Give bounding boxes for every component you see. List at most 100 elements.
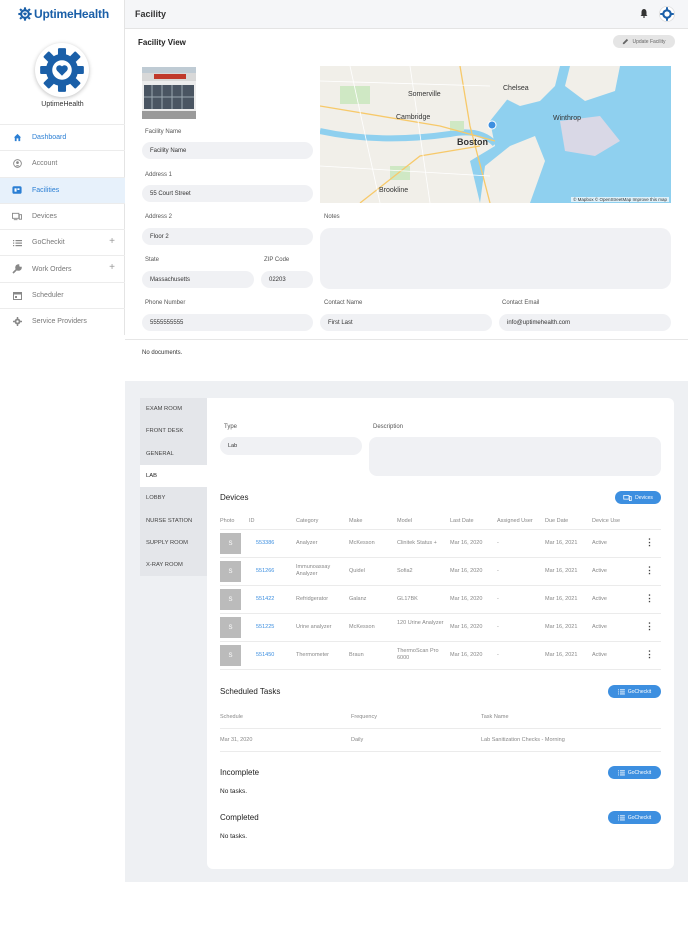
phone-label: Phone Number: [145, 300, 186, 306]
tab-front-desk[interactable]: FRONT DESK: [140, 420, 207, 443]
devices-button[interactable]: Devices: [615, 491, 661, 504]
sidebar-item-facilities[interactable]: Facilities: [0, 176, 125, 203]
tab-supply-room[interactable]: SUPPLY ROOM: [140, 531, 207, 555]
row-divider: [220, 557, 661, 558]
device-model: Sofia2: [397, 568, 413, 574]
incomplete-empty-text: No tasks.: [220, 788, 248, 795]
device-model: GL17BK: [397, 596, 418, 602]
column-header: Task Name: [481, 714, 509, 720]
tab-lobby[interactable]: LOBBY: [140, 487, 207, 510]
sidebar-item-label: Scheduler: [32, 291, 64, 299]
task-name[interactable]: Lab Sanitization Checks - Morning: [481, 737, 565, 744]
user-avatar-icon[interactable]: [659, 6, 675, 22]
brand-logo[interactable]: UptimeHealth: [18, 6, 109, 22]
sidebar-item-label: Facilities: [32, 186, 60, 194]
address1-label: Address 1: [145, 172, 173, 178]
device-id[interactable]: 551450: [256, 652, 292, 659]
description-field[interactable]: [369, 437, 661, 476]
tab-exam-room[interactable]: EXAM ROOM: [140, 398, 207, 421]
sidebar-item-label: Account: [32, 160, 58, 168]
tab-general[interactable]: GENERAL: [140, 442, 207, 465]
phone-field[interactable]: 5555555555: [142, 314, 313, 331]
expand-plus-icon[interactable]: +: [109, 262, 115, 273]
device-assigned-user: -: [497, 652, 499, 658]
contact-email-field[interactable]: info@uptimehealth.com: [499, 314, 671, 331]
incomplete-gocheckit-button[interactable]: GoCheckit: [608, 766, 661, 779]
sidebar-item-service-providers[interactable]: Service Providers: [0, 308, 125, 334]
completed-gocheckit-button[interactable]: GoCheckit: [608, 811, 661, 824]
update-facility-button[interactable]: Update Facility: [613, 35, 675, 48]
gocheckit-label: GoCheckit: [627, 814, 652, 821]
device-photo[interactable]: S: [220, 589, 241, 610]
device-photo[interactable]: S: [220, 533, 241, 554]
device-assigned-user: -: [497, 568, 499, 574]
sidebar-item-account[interactable]: Account: [0, 150, 125, 176]
facility-name-field[interactable]: Facility Name: [142, 142, 313, 159]
task-frequency: Daily: [351, 737, 364, 743]
column-header: Photo: [220, 518, 235, 524]
notes-field[interactable]: [320, 228, 671, 289]
more-vertical-icon[interactable]: ⋮: [645, 621, 654, 632]
tab-lab[interactable]: LAB: [140, 464, 207, 488]
svg-text:Cambridge: Cambridge: [396, 114, 430, 121]
gear-icon: [12, 317, 22, 327]
device-assigned-user: -: [497, 624, 499, 630]
sidebar-item-label: Dashboard: [32, 134, 67, 142]
contact-email-label: Contact Email: [502, 300, 540, 306]
device-make: Quidel: [349, 568, 365, 574]
sidebar-item-scheduler[interactable]: Scheduler: [0, 281, 125, 308]
tab-x-ray-room[interactable]: X-RAY ROOM: [140, 554, 207, 577]
contact-name-field[interactable]: First Last: [320, 314, 492, 331]
tab-nurse-station[interactable]: NURSE STATION: [140, 509, 207, 532]
devices-icon: [12, 212, 22, 222]
column-header: Assigned User: [497, 518, 533, 524]
more-vertical-icon[interactable]: ⋮: [645, 537, 654, 548]
device-id[interactable]: 551422: [256, 596, 292, 603]
sidebar-item-devices[interactable]: Devices: [0, 202, 125, 229]
device-id[interactable]: 553386: [256, 540, 292, 547]
device-use: Active: [592, 652, 607, 658]
more-vertical-icon[interactable]: ⋮: [645, 649, 654, 660]
incomplete-title: Incomplete: [220, 768, 260, 777]
device-photo[interactable]: S: [220, 617, 241, 638]
device-model: Clinitek Status +: [397, 540, 437, 546]
device-last-date: Mar 16, 2020: [450, 540, 483, 546]
type-field[interactable]: Lab: [220, 437, 362, 455]
expand-plus-icon[interactable]: +: [109, 236, 115, 247]
device-use: Active: [592, 596, 607, 602]
org-gear-icon: [40, 48, 84, 92]
device-photo[interactable]: S: [220, 561, 241, 582]
map-attribution[interactable]: © Mapbox © OpenStreetMap Improve this ma…: [571, 197, 669, 202]
update-facility-label: Update Facility: [632, 38, 666, 45]
bell-icon[interactable]: [639, 8, 649, 18]
more-vertical-icon[interactable]: ⋮: [645, 565, 654, 576]
more-vertical-icon[interactable]: ⋮: [645, 593, 654, 604]
row-divider: [220, 613, 661, 614]
top-header: Facility: [125, 0, 688, 29]
device-make: McKesson: [349, 624, 375, 630]
sidebar-item-dashboard[interactable]: Dashboard: [0, 124, 125, 150]
facility-map[interactable]: Somerville Chelsea Cambridge Winthrop Bo…: [320, 66, 671, 203]
sidebar-item-work-orders[interactable]: Work Orders +: [0, 255, 125, 281]
device-use: Active: [592, 624, 607, 630]
list-icon: [617, 688, 625, 694]
device-make: McKesson: [349, 540, 375, 546]
device-id[interactable]: 551266: [256, 568, 292, 575]
device-category: Urine analyzer: [296, 624, 332, 630]
state-field[interactable]: Massachusetts: [142, 271, 254, 288]
address1-field[interactable]: 55 Court Street: [142, 185, 313, 202]
zip-field[interactable]: 02203: [261, 271, 313, 288]
column-header: Model: [397, 518, 412, 524]
column-header: Category: [296, 518, 319, 524]
sidebar-item-label: Work Orders: [32, 265, 72, 273]
device-photo[interactable]: S: [220, 645, 241, 666]
address2-field[interactable]: Floor 2: [142, 228, 313, 245]
contact-name-label: Contact Name: [324, 300, 363, 306]
device-make: Braun: [349, 652, 364, 658]
sidebar-item-label: Devices: [32, 213, 57, 221]
device-id[interactable]: 551225: [256, 624, 292, 631]
device-category: Refridgerator: [296, 596, 329, 602]
gocheckit-label: GoCheckit: [627, 769, 652, 776]
sidebar-item-gocheckit[interactable]: GoCheckit +: [0, 229, 125, 255]
scheduled-gocheckit-button[interactable]: GoCheckit: [608, 685, 661, 698]
